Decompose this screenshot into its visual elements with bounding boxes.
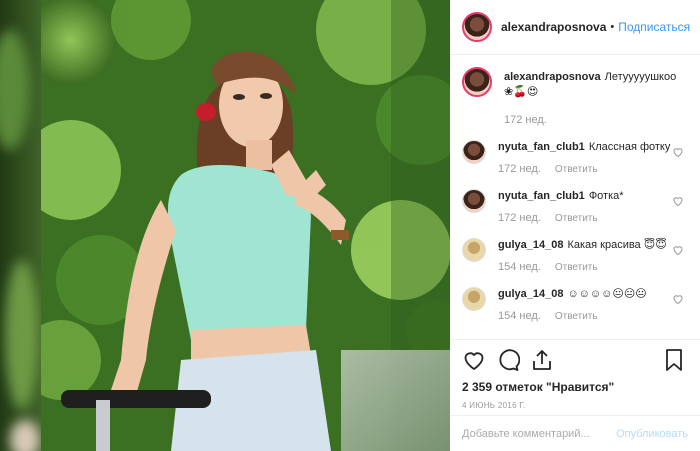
heart-outline-icon[interactable]	[672, 146, 684, 158]
comment-time[interactable]: 154 нед.	[498, 310, 541, 322]
comment-item: nyuta_fan_club1 Классная фотку 172 нед. От…	[462, 140, 688, 175]
caption-time[interactable]: 172 нед.	[504, 114, 547, 126]
commenter-avatar[interactable]	[462, 238, 486, 262]
commenter-username[interactable]: nyuta_fan_club1	[498, 141, 585, 153]
comment-input[interactable]	[462, 427, 617, 440]
author-username[interactable]: alexandraposnova	[501, 20, 606, 34]
caption-avatar[interactable]	[462, 67, 492, 97]
heart-icon[interactable]	[462, 348, 486, 372]
bookmark-icon[interactable]	[662, 348, 686, 372]
comment-text: nyuta_fan_club1 Фотка*	[498, 190, 624, 202]
comment-time[interactable]: 154 нед.	[498, 261, 541, 273]
comment-time[interactable]: 172 нед.	[498, 163, 541, 175]
author-avatar[interactable]	[462, 12, 492, 42]
reply-button[interactable]: Ответить	[555, 213, 598, 224]
share-icon[interactable]	[530, 348, 554, 372]
heart-outline-icon[interactable]	[672, 195, 684, 207]
commenter-username[interactable]: gulya_14_08	[498, 288, 563, 300]
comments-list: alexandraposnova Летууууушкоо ❀🍒😍 172 нед…	[450, 55, 700, 322]
caption-username[interactable]: alexandraposnova	[504, 71, 601, 83]
post-header: alexandraposnova • Подписаться	[450, 0, 700, 55]
comment-item: gulya_14_08 ☺☺☺☺😐😐😐 154 нед. Ответить	[462, 287, 688, 322]
add-comment-bar: Опубликовать	[450, 415, 700, 451]
reply-button[interactable]: Ответить	[555, 164, 598, 175]
post-side-panel: alexandraposnova • Подписаться alexandra…	[450, 0, 700, 451]
reply-button[interactable]: Ответить	[555, 262, 598, 273]
commenter-avatar[interactable]	[462, 189, 486, 213]
comment-text: gulya_14_08 ☺☺☺☺😐😐😐	[498, 288, 647, 300]
commenter-avatar[interactable]	[462, 140, 486, 164]
post-photo[interactable]	[41, 0, 450, 451]
comment-item: nyuta_fan_club1 Фотка* 172 нед. Ответить	[462, 189, 688, 224]
comment-text: nyuta_fan_club1 Классная фотку	[498, 141, 671, 153]
comment-time[interactable]: 172 нед.	[498, 212, 541, 224]
post-date[interactable]: 4 ИЮНЬ 2016 Г.	[462, 401, 688, 410]
heart-outline-icon[interactable]	[672, 244, 684, 256]
commenter-avatar[interactable]	[462, 287, 486, 311]
publish-button[interactable]: Опубликовать	[616, 428, 688, 440]
reply-button[interactable]: Ответить	[555, 311, 598, 322]
commenter-username[interactable]: nyuta_fan_club1	[498, 190, 585, 202]
follow-button[interactable]: Подписаться	[618, 20, 690, 34]
separator-dot: •	[610, 21, 615, 33]
photo-illustration	[41, 0, 450, 451]
comment-text: gulya_14_08 Какая красива 😇😇	[498, 239, 667, 251]
action-icons	[462, 348, 688, 372]
comment-item: gulya_14_08 Какая красива 😇😇 154 нед. Отве…	[462, 238, 688, 273]
heart-outline-icon[interactable]	[672, 293, 684, 305]
caption: alexandraposnova Летууууушкоо ❀🍒😍 172 нед…	[462, 67, 688, 126]
likes-count[interactable]: 2 359 отметок "Нравится"	[462, 380, 688, 394]
comment-icon[interactable]	[496, 348, 520, 372]
caption-text: alexandraposnova Летууууушкоо ❀🍒😍	[504, 71, 677, 98]
post-actions: 2 359 отметок "Нравится" 4 ИЮНЬ 2016 Г.	[450, 339, 700, 410]
commenter-username[interactable]: gulya_14_08	[498, 239, 563, 251]
